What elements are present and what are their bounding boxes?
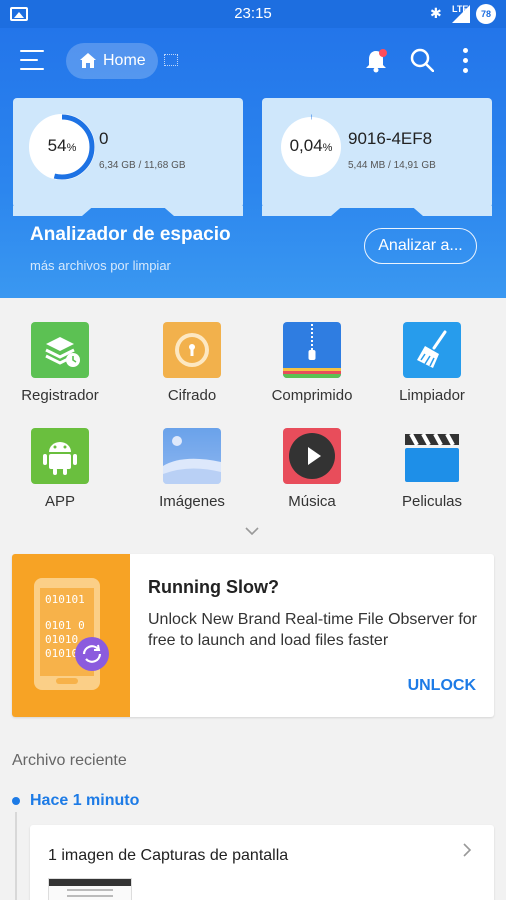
category-comprimido[interactable]: Comprimido [252, 310, 372, 414]
network-type: LTE [452, 4, 469, 14]
promo-card: 010101 0101 0 01010 01010 Running Slow? … [12, 554, 494, 717]
storage-usage: 5,44 MB / 14,91 GB [348, 160, 436, 171]
expand-chevron-icon[interactable] [245, 527, 259, 535]
more-options-icon[interactable] [462, 48, 470, 74]
recent-time-label: Hace 1 minuto [30, 792, 140, 809]
lock-icon [163, 322, 221, 378]
status-bar: 23:15 ✱ LTE 78 [0, 0, 506, 28]
category-registrador[interactable]: Registrador [0, 310, 120, 414]
battery-icon: 78 [476, 4, 496, 24]
category-app[interactable]: APP [0, 416, 120, 520]
category-label: Peliculas [401, 493, 463, 510]
category-label: Limpiador [399, 387, 465, 404]
android-icon [31, 428, 89, 484]
binary-line: 0101 0 [45, 619, 85, 632]
recent-heading: Archivo reciente [12, 752, 127, 769]
storage-name: 0 [99, 129, 109, 148]
screenshot-thumbnail[interactable] [48, 878, 132, 900]
category-cifrado[interactable]: Cifrado [132, 310, 252, 414]
storage-name: 9016-4EF8 [348, 129, 433, 148]
home-label: Home [103, 52, 146, 69]
category-label: APP [44, 493, 75, 510]
binary-line: 010101 [45, 593, 85, 606]
notification-bell-icon[interactable] [364, 48, 388, 74]
promo-illustration: 010101 0101 0 01010 01010 [12, 554, 130, 717]
category-peliculas[interactable]: Peliculas [372, 416, 492, 520]
promo-title: Running Slow? [148, 577, 279, 597]
binary-line: 01010 [45, 633, 78, 646]
timeline-line [15, 812, 17, 900]
home-icon [80, 53, 96, 68]
qr-icon[interactable] [164, 54, 178, 66]
toolbar: Home [0, 28, 506, 94]
category-imagenes[interactable]: Imágenes [132, 416, 252, 520]
zip-icon [283, 322, 341, 378]
play-icon [283, 428, 341, 484]
timeline-dot [12, 797, 20, 805]
recorder-stack-icon [31, 322, 89, 378]
category-label: Registrador [21, 387, 99, 404]
recent-item-title: 1 imagen de Capturas de pantalla [48, 847, 289, 864]
category-musica[interactable]: Música [252, 416, 372, 520]
category-label: Música [288, 493, 336, 510]
binary-line: 01010 [45, 647, 78, 660]
image-icon [163, 428, 221, 484]
unlock-button[interactable]: UNLOCK [408, 677, 476, 695]
bluetooth-icon: ✱ [430, 5, 442, 21]
category-label: Cifrado [167, 387, 217, 404]
category-label: Imágenes [159, 493, 225, 510]
header-panel: Home 54% 0 6,34 GB / 11,68 GB 0,04% 9016… [0, 28, 506, 298]
chevron-right-icon[interactable] [462, 843, 472, 857]
storage-card-internal[interactable]: 54% 0 6,34 GB / 11,68 GB [13, 98, 243, 208]
storage-percent: 54% [47, 136, 77, 155]
clapperboard-icon [403, 428, 461, 484]
home-breadcrumb-button[interactable]: Home [66, 43, 158, 79]
broom-icon [403, 322, 461, 378]
storage-usage: 6,34 GB / 11,68 GB [99, 160, 186, 171]
storage-card-sd[interactable]: 0,04% 9016-4EF8 5,44 MB / 14,91 GB [262, 98, 492, 208]
search-icon[interactable] [410, 48, 434, 72]
menu-icon[interactable] [20, 50, 44, 70]
analyzer-subtitle: más archivos por limpiar [30, 258, 171, 273]
storage-percent: 0,04% [289, 136, 333, 155]
category-limpiador[interactable]: Limpiador [372, 310, 492, 414]
analyze-button[interactable]: Analizar a... [364, 228, 477, 264]
recent-item-card[interactable]: 1 imagen de Capturas de pantalla [30, 825, 494, 900]
promo-body: Unlock New Brand Real-time File Observer… [148, 611, 477, 649]
category-label: Comprimido [271, 387, 353, 404]
analyzer-title: Analizador de espacio [30, 224, 231, 245]
